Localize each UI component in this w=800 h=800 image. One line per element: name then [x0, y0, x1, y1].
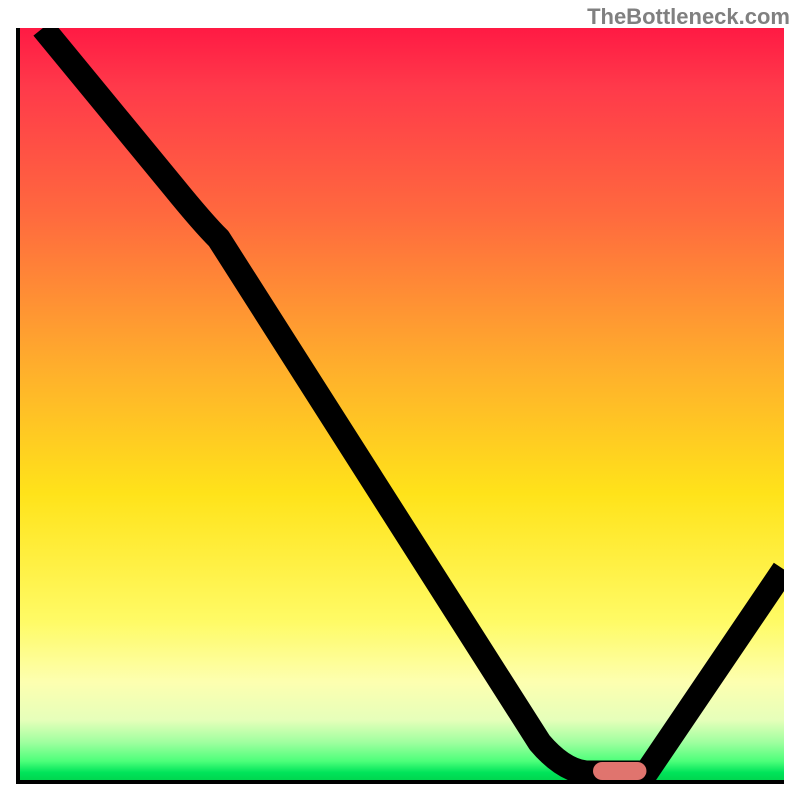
- optimal-marker: [593, 762, 646, 780]
- bottleneck-curve: [43, 28, 784, 772]
- chart-container: TheBottleneck.com: [0, 0, 800, 800]
- plot-area: [16, 28, 784, 784]
- curve-svg: [20, 28, 784, 780]
- watermark-text: TheBottleneck.com: [587, 4, 790, 30]
